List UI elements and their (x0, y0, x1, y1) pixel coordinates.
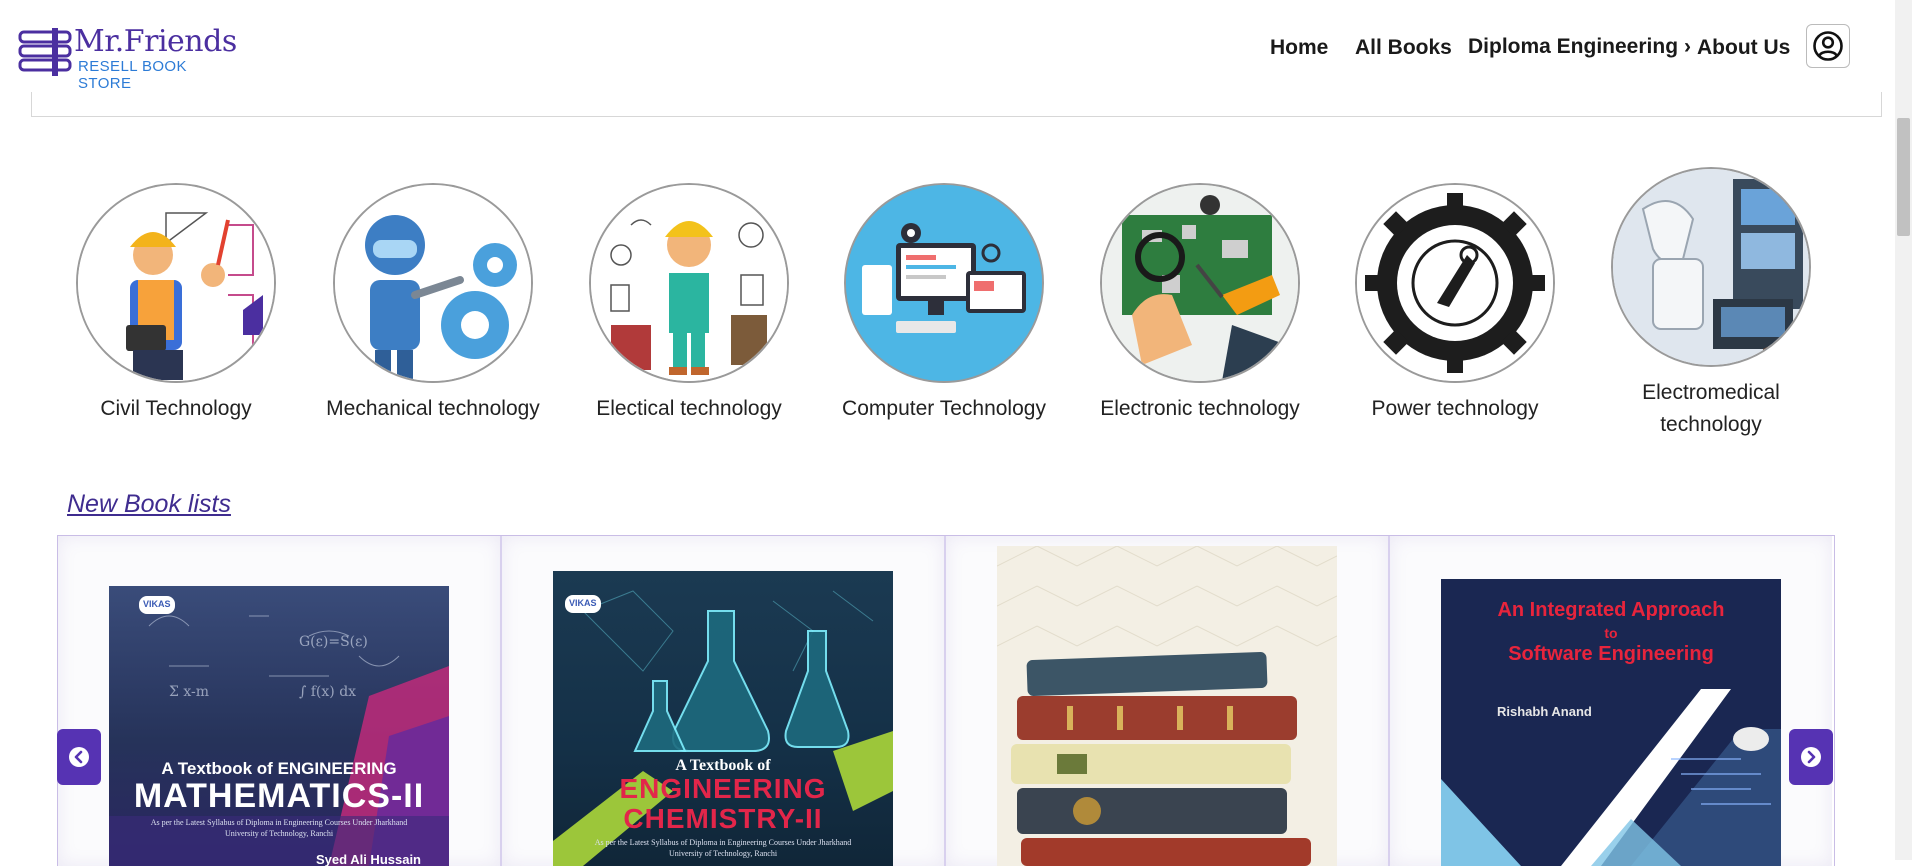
top-navbar: Mr.Friends RESELL BOOK STORE Home All Bo… (0, 0, 1895, 92)
nav-diploma-engineering-menu[interactable]: Diploma Engineering › (1468, 35, 1691, 59)
category-label: Electronic technology (1100, 397, 1300, 420)
book-card[interactable] (946, 536, 1390, 866)
nav-all-books-link[interactable]: All Books (1355, 36, 1452, 60)
category-electronic[interactable]: Electronic technology (1090, 183, 1310, 425)
category-computer[interactable]: Computer Technology (833, 183, 1055, 425)
book-cover-chemistry: VIKAS A Textbook of ENGINEERING CHEMISTR… (553, 571, 893, 866)
publisher-label: VIKAS (143, 599, 171, 609)
book-author: Syed Ali Hussain (316, 852, 421, 866)
power-technology-image (1355, 183, 1555, 383)
user-circle-icon (1813, 31, 1843, 61)
book-title-connector: to (1604, 625, 1618, 641)
book-author: Rishabh Anand (1497, 704, 1592, 719)
profile-button[interactable] (1806, 24, 1850, 68)
category-electromedical[interactable]: Electromedical technology (1592, 167, 1830, 441)
category-label: Mechanical technology (326, 397, 540, 420)
category-label: Power technology (1371, 397, 1539, 420)
category-label: Civil Technology (100, 397, 252, 420)
category-power[interactable]: Power technology (1355, 183, 1555, 425)
category-mechanical[interactable]: Mechanical technology (323, 183, 543, 425)
publisher-label: VIKAS (569, 598, 597, 608)
book-cover-software-engineering: An Integrated Approach to Software Engin… (1441, 579, 1781, 866)
category-civil[interactable]: Civil Technology (76, 183, 276, 425)
electronic-technology-image (1100, 183, 1300, 383)
nav-diploma-label: Diploma Engineering (1468, 35, 1679, 58)
category-label: Electromedical technology (1642, 381, 1780, 436)
category-label: Computer Technology (842, 397, 1046, 420)
scrollbar-thumb[interactable] (1897, 118, 1910, 236)
book-card[interactable]: An Integrated Approach to Software Engin… (1390, 536, 1832, 866)
brand-name: Mr.Friends (74, 24, 237, 59)
civil-technology-image (76, 183, 276, 383)
book-title: An Integrated Approach (1497, 599, 1725, 621)
electrical-technology-image (589, 183, 789, 383)
chevron-right-icon: › (1684, 35, 1692, 58)
book-title-line2: Software Engineering (1508, 643, 1714, 665)
book-title: MATHEMATICS-II (133, 777, 425, 815)
svg-text:G(ε)=S(ε): G(ε)=S(ε) (299, 634, 368, 650)
book-note: As per the Latest Syllabus of Diploma in… (594, 838, 852, 858)
book-subtitle: A Textbook of ENGINEERING (161, 759, 397, 778)
electromedical-technology-image (1611, 167, 1811, 367)
book-cover-mathematics: G(ε)=S(ε) Σ x-m ∫ f(x) dx VIKAS A Textbook… (109, 586, 449, 866)
new-books-carousel: G(ε)=S(ε) Σ x-m ∫ f(x) dx VIKAS A Textbook… (57, 535, 1835, 866)
book-note: As per the Latest Syllabus of Diploma in… (150, 818, 408, 838)
book-title-line2: CHEMISTRY-II (623, 803, 823, 834)
nav-home-link[interactable]: Home (1270, 36, 1328, 60)
carousel-next-button[interactable] (1789, 729, 1833, 785)
carousel-prev-button[interactable] (57, 729, 101, 785)
category-label: Electical technology (596, 397, 782, 420)
book-cover-old-books (997, 546, 1337, 866)
mechanical-technology-image (333, 183, 533, 383)
book-card[interactable]: VIKAS A Textbook of ENGINEERING CHEMISTR… (502, 536, 946, 866)
book-title: ENGINEERING (619, 773, 827, 804)
books-logo-icon (18, 28, 72, 76)
nav-about-us-link[interactable]: About Us (1697, 36, 1790, 60)
brand-tagline: RESELL BOOK STORE (78, 58, 187, 92)
svg-text:Σ x-m: Σ x-m (169, 684, 209, 700)
chevron-left-icon (69, 747, 89, 767)
book-card[interactable]: G(ε)=S(ε) Σ x-m ∫ f(x) dx VIKAS A Textbook… (58, 536, 502, 866)
new-book-lists-link[interactable]: New Book lists (67, 490, 231, 519)
brand-logo[interactable]: Mr.Friends RESELL BOOK STORE (18, 24, 237, 92)
svg-text:∫ f(x) dx: ∫ f(x) dx (299, 684, 356, 700)
computer-technology-image (844, 183, 1044, 383)
chevron-right-icon (1801, 747, 1821, 767)
category-electrical[interactable]: Electical technology (579, 183, 799, 425)
